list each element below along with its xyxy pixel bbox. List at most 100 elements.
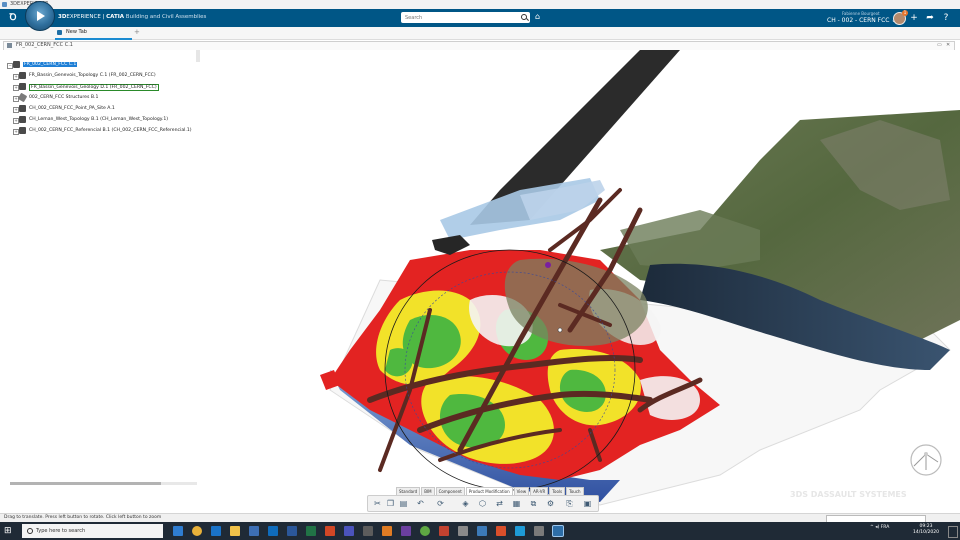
app-icon-purple[interactable]	[401, 526, 411, 536]
component-icon[interactable]: ⬡	[478, 499, 487, 508]
app-icon-active[interactable]	[552, 525, 564, 537]
chrome-icon[interactable]	[192, 526, 202, 536]
specification-tree: − FR_002_CERN_FCC C.1 + FR_Bassin_Genevo…	[7, 60, 197, 137]
add-tab-button[interactable]: +	[134, 28, 140, 36]
search-icon[interactable]	[521, 14, 527, 20]
add-icon[interactable]: +	[909, 13, 919, 23]
project-label: CH - 002 - CERN FCC	[827, 17, 890, 24]
paste-icon[interactable]: ▤	[399, 499, 408, 508]
scrollbar-thumb[interactable]	[10, 482, 161, 485]
ds-watermark: 3DS DASSAULT SYSTEMES	[790, 490, 907, 499]
search-box[interactable]	[401, 12, 530, 23]
mirror-icon[interactable]: ⧉	[529, 499, 538, 508]
product-icon	[13, 61, 20, 68]
clock-date: 14/10/2020	[913, 530, 939, 535]
action-bar-tabs: Standard BIM Component Product Modificat…	[396, 487, 584, 496]
document-title: FR_002_CERN_FCC C.1	[16, 42, 73, 48]
word-icon[interactable]	[287, 526, 297, 536]
undo-icon[interactable]: ↶	[416, 499, 425, 508]
robot-compass-icon[interactable]	[906, 440, 946, 480]
topology-icon	[19, 72, 26, 79]
tree-item[interactable]: + CH_002_CERN_FCC_Point_PA_Site A.1	[7, 104, 197, 115]
taskbar: ⊞ Type here to search ^ ◂) FRA 09:23 14/…	[0, 522, 960, 540]
table-icon[interactable]: ▦	[512, 499, 521, 508]
powerpoint-icon[interactable]	[325, 526, 335, 536]
tree-item[interactable]: + CH_002_CERN_FCC_Referencial B.1 (CH_00…	[7, 126, 197, 137]
notification-badge[interactable]: 1	[902, 10, 908, 16]
share-icon[interactable]: ➦	[925, 13, 935, 23]
tree-item-label[interactable]: CH_002_CERN_FCC_Referencial B.1 (CH_002_…	[29, 128, 192, 133]
teams-icon[interactable]	[344, 526, 354, 536]
outlook-icon[interactable]	[268, 526, 278, 536]
app-icon-blue[interactable]	[477, 526, 487, 536]
system-tray[interactable]: ^ ◂) FRA	[870, 525, 889, 530]
app-icon-grey[interactable]	[458, 526, 468, 536]
site-icon	[19, 105, 26, 112]
play-icon	[37, 11, 45, 21]
tag-icon[interactable]: ⌂	[535, 13, 543, 21]
brand-role: Building and Civil Assemblies	[124, 14, 207, 20]
tree-item[interactable]: + CH_Leman_West_Topology B.1 (CH_Leman_W…	[7, 115, 197, 126]
app-icon-green[interactable]	[420, 526, 430, 536]
app-header: Ꝺ 3DEXPERIENCE | CATIA Building and Civi…	[0, 9, 960, 27]
assembly-icon[interactable]: ◈	[461, 499, 470, 508]
save-icon[interactable]: ▣	[583, 499, 592, 508]
minimize-icon[interactable]: ▭	[937, 42, 942, 48]
file-explorer-icon[interactable]	[230, 526, 240, 536]
app-icon-light-blue[interactable]	[515, 526, 525, 536]
document-icon	[7, 43, 12, 48]
settings-icon[interactable]: ⚙	[546, 499, 555, 508]
app-icon	[2, 2, 7, 7]
brand-experience: EXPERIENCE |	[66, 14, 107, 20]
edge-icon[interactable]	[211, 526, 221, 536]
copy-icon[interactable]: ❐	[386, 499, 395, 508]
search-icon	[27, 528, 33, 534]
geology-icon	[19, 83, 26, 90]
tab-icon	[57, 30, 62, 35]
3d-viewport[interactable]: − FR_002_CERN_FCC C.1 + FR_Bassin_Genevo…	[0, 50, 960, 513]
tree-item-label[interactable]: FR_Bassin_Genevois_Geology D.1 (FR_002_C…	[29, 84, 159, 91]
app-icon-3dexperience[interactable]	[173, 526, 183, 536]
tree-item[interactable]: + FR_Bassin_Genevois_Geology D.1 (FR_002…	[7, 82, 197, 93]
tree-item-root[interactable]: − FR_002_CERN_FCC C.1	[7, 60, 197, 71]
publish-icon[interactable]: ⎘	[565, 499, 574, 508]
tree-item-label[interactable]: FR_002_CERN_FCC C.1	[23, 62, 78, 67]
brand-title: 3DEXPERIENCE | CATIA Building and Civil …	[58, 14, 206, 20]
close-icon[interactable]: ✕	[946, 42, 950, 48]
ds-logo-icon[interactable]: Ꝺ	[7, 12, 19, 24]
excel-icon[interactable]	[306, 526, 316, 536]
language-indicator[interactable]: FRA	[881, 525, 890, 530]
app-icon-orange-2[interactable]	[496, 526, 506, 536]
tree-item[interactable]: + FR_Bassin_Genevois_Topology C.1 (FR_00…	[7, 71, 197, 82]
tab-new-tab[interactable]: New Tab	[55, 28, 132, 40]
clock[interactable]: 09:23 14/10/2020	[913, 524, 939, 536]
notification-center-icon[interactable]	[948, 526, 958, 538]
project-selector[interactable]: CH - 002 - CERN FCC ⌄	[827, 17, 896, 24]
store-icon[interactable]	[249, 526, 259, 536]
cut-icon[interactable]: ✂	[373, 499, 382, 508]
app-icon-grey-2[interactable]	[534, 526, 544, 536]
replace-icon[interactable]: ⇄	[495, 499, 504, 508]
tree-vertical-scrollbar[interactable]	[196, 50, 200, 62]
brand-app: CATIA	[106, 14, 125, 20]
tree-horizontal-scrollbar[interactable]	[10, 482, 197, 485]
tree-item-label[interactable]: FR_Bassin_Genevois_Topology C.1 (FR_002_…	[29, 73, 156, 78]
taskbar-search-label: Type here to search	[36, 528, 86, 534]
tab-label: New Tab	[66, 29, 87, 35]
app-icon-red[interactable]	[439, 526, 449, 536]
user-name: Fabienne Bourgeot	[842, 11, 880, 16]
compass-button[interactable]	[25, 1, 55, 31]
app-icon-tool[interactable]	[363, 526, 373, 536]
tree-item-label[interactable]: 002_CERN_FCC Structures B.1	[29, 95, 98, 100]
taskbar-search[interactable]: Type here to search	[22, 524, 163, 538]
update-icon[interactable]: ⟳	[436, 499, 445, 508]
action-bar: ✂ ❐ ▤ ↶ ⟳ ◈ ⬡ ⇄ ▦ ⧉ ⚙ ⎘ ▣	[367, 495, 599, 512]
tree-item-label[interactable]: CH_Leman_West_Topology B.1 (CH_Leman_Wes…	[29, 117, 168, 122]
tree-item[interactable]: + 002_CERN_FCC Structures B.1	[7, 92, 197, 104]
windows-start-icon[interactable]: ⊞	[4, 526, 14, 536]
help-icon[interactable]: ?	[941, 13, 951, 23]
search-input[interactable]	[405, 14, 515, 21]
tree-item-label[interactable]: CH_002_CERN_FCC_Point_PA_Site A.1	[29, 106, 115, 111]
topology-icon	[19, 116, 26, 123]
app-icon-orange[interactable]	[382, 526, 392, 536]
